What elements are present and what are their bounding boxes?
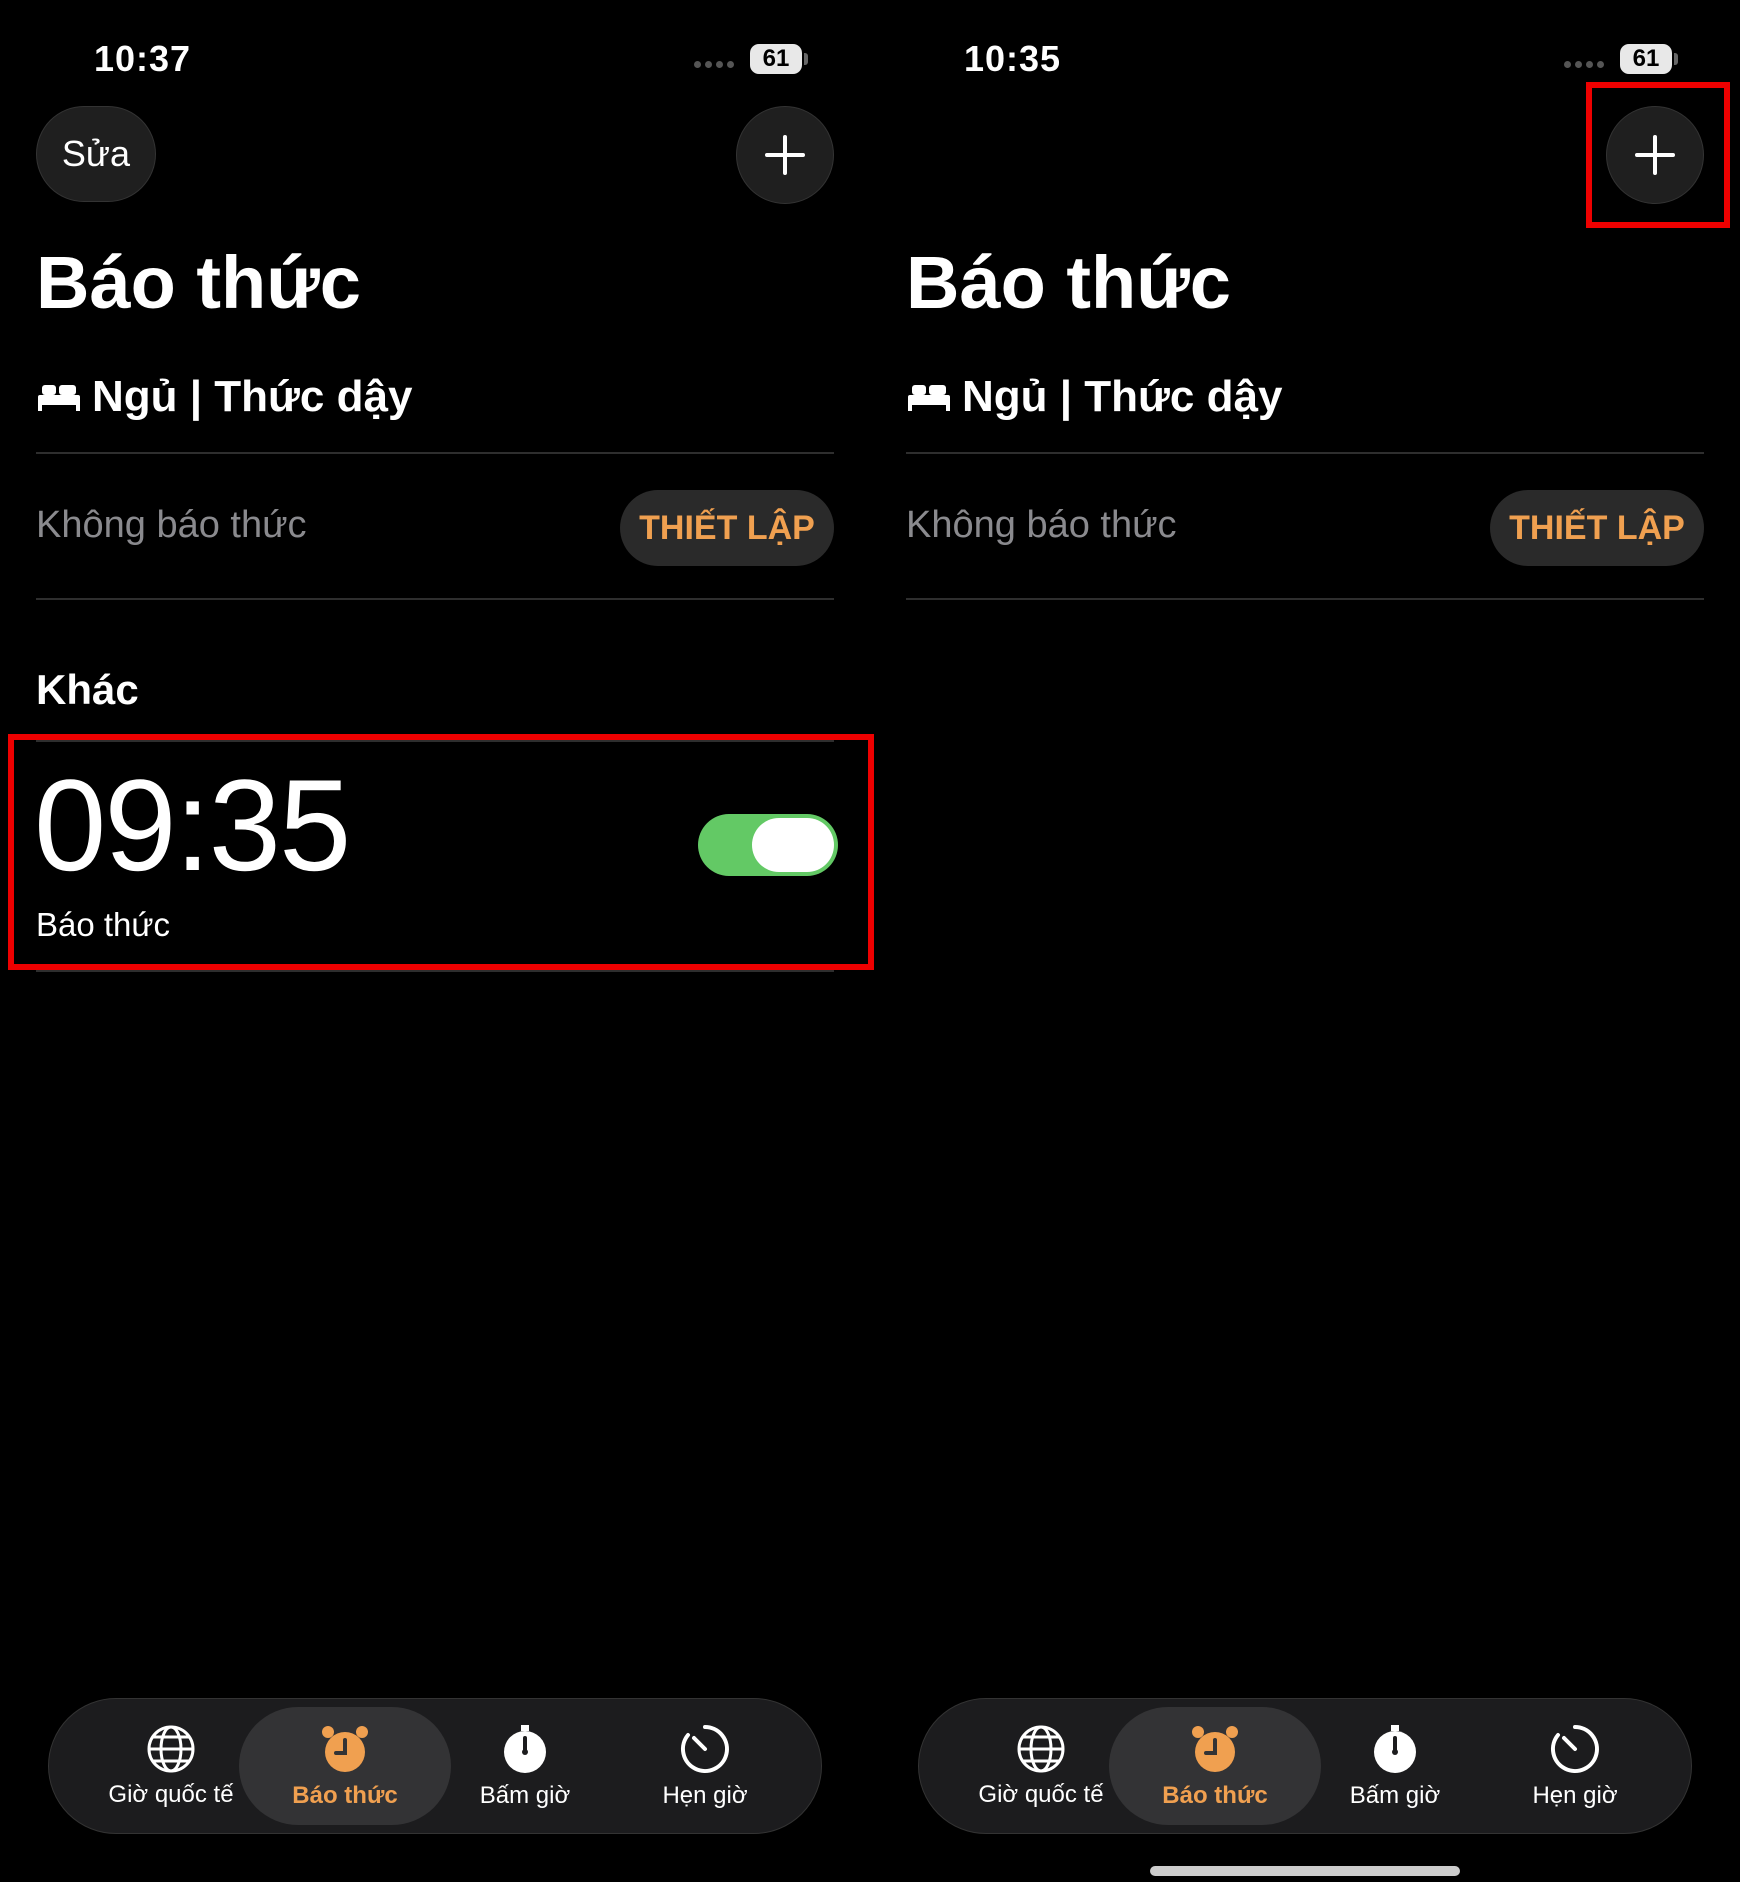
status-time: 10:35 — [964, 38, 1062, 79]
divider — [906, 598, 1704, 600]
tab-timer[interactable]: Hẹn giờ — [599, 1707, 811, 1825]
tab-label: Giờ quốc tế — [108, 1781, 234, 1808]
battery-icon: 61 — [1620, 44, 1672, 74]
tab-bar: Giờ quốc tế Báo thức Bấm giờ Hẹn giờ — [918, 1698, 1692, 1834]
tab-label: Giờ quốc tế — [978, 1781, 1104, 1808]
alarm-screen-left: 10:37 61 Sửa Báo thức Ngủ | Thức dậy Khô… — [0, 0, 874, 1882]
other-section-header: Khác — [36, 666, 139, 713]
tab-bar: Giờ quốc tế Báo thức Bấm giờ Hẹn giờ — [48, 1698, 822, 1834]
timer-icon — [680, 1725, 729, 1773]
tab-label: Bấm giờ — [479, 1782, 571, 1809]
battery-nub — [804, 53, 808, 65]
home-indicator — [1150, 1866, 1460, 1876]
sleep-section-label: Ngủ | Thức dậy — [92, 372, 413, 421]
no-alarm-text: Không báo thức — [906, 504, 1177, 546]
highlight-box-add — [1586, 82, 1730, 228]
divider — [36, 452, 834, 454]
alarm-clock-icon — [322, 1726, 368, 1772]
alarm-screen-right: 10:35 61 Báo thức Ngủ | Thức dậy Không b… — [870, 0, 1740, 1882]
bed-icon — [38, 385, 80, 411]
timer-icon — [1550, 1725, 1599, 1773]
divider — [36, 598, 834, 600]
sleep-section-header: Ngủ | Thức dậy — [906, 372, 1282, 422]
stopwatch-icon — [504, 1725, 546, 1773]
globe-icon — [147, 1725, 195, 1773]
alarm-clock-icon — [1192, 1726, 1238, 1772]
tab-timer[interactable]: Hẹn giờ — [1469, 1707, 1681, 1825]
tab-label: Báo thức — [1162, 1782, 1268, 1809]
status-time: 10:37 — [94, 38, 192, 79]
tab-label: Báo thức — [292, 1782, 398, 1809]
highlight-box-alarm — [8, 734, 874, 970]
setup-button[interactable]: THIẾT LẬP — [1490, 490, 1704, 566]
page-title: Báo thức — [906, 241, 1231, 324]
globe-icon — [1017, 1725, 1065, 1773]
battery-icon: 61 — [750, 44, 802, 74]
battery-nub — [1674, 53, 1678, 65]
sleep-section-header: Ngủ | Thức dậy — [36, 372, 412, 422]
plus-icon — [765, 135, 805, 175]
tab-label: Hẹn giờ — [662, 1782, 748, 1809]
edit-button[interactable]: Sửa — [36, 106, 156, 202]
divider — [36, 970, 834, 972]
tab-label: Bấm giờ — [1349, 1782, 1441, 1809]
tab-label: Hẹn giờ — [1532, 1782, 1618, 1809]
page-title: Báo thức — [36, 241, 361, 324]
signal-icon — [1564, 61, 1606, 69]
divider — [906, 452, 1704, 454]
setup-button[interactable]: THIẾT LẬP — [620, 490, 834, 566]
sleep-section-label: Ngủ | Thức dậy — [962, 372, 1283, 421]
bed-icon — [908, 385, 950, 411]
add-alarm-button[interactable] — [736, 106, 834, 204]
no-alarm-text: Không báo thức — [36, 504, 307, 546]
stopwatch-icon — [1374, 1725, 1416, 1773]
signal-icon — [694, 61, 736, 69]
